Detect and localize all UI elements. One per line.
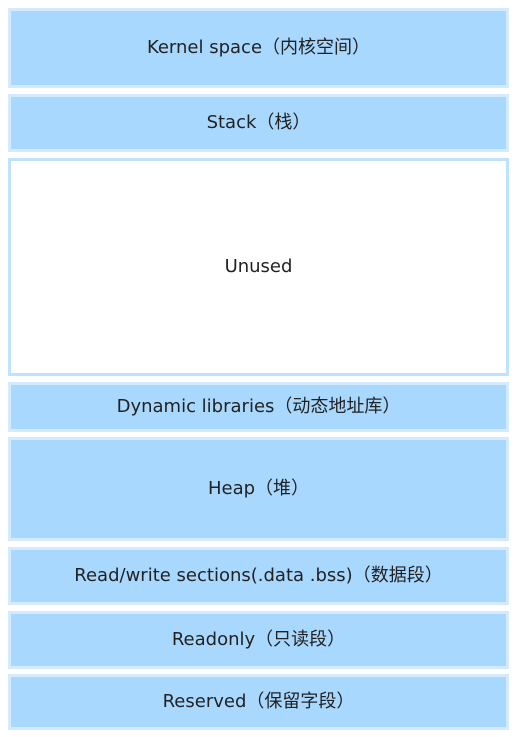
readonly-segment: Readonly（只读段） <box>8 611 509 669</box>
unused-label: Unused <box>224 256 293 277</box>
reserved-label: Reserved（保留字段） <box>162 691 355 712</box>
read-write-sections-label: Read/write sections(.data .bss)（数据段） <box>74 565 443 586</box>
dynamic-libraries-label: Dynamic libraries（动态地址库） <box>116 396 401 417</box>
heap-label: Heap（堆） <box>207 478 310 499</box>
reserved-segment: Reserved（保留字段） <box>8 674 509 730</box>
stack-label: Stack（栈） <box>206 112 311 133</box>
stack-segment: Stack（栈） <box>8 94 509 152</box>
dynamic-libraries-segment: Dynamic libraries（动态地址库） <box>8 382 509 432</box>
memory-layout-diagram: Kernel space（内核空间） Stack（栈） Unused Dynam… <box>0 0 517 737</box>
readonly-label: Readonly（只读段） <box>171 629 346 650</box>
kernel-space-segment: Kernel space（内核空间） <box>8 8 509 88</box>
read-write-sections-segment: Read/write sections(.data .bss)（数据段） <box>8 547 509 605</box>
heap-segment: Heap（堆） <box>8 437 509 541</box>
unused-segment: Unused <box>8 158 509 376</box>
kernel-space-label: Kernel space（内核空间） <box>146 37 371 58</box>
